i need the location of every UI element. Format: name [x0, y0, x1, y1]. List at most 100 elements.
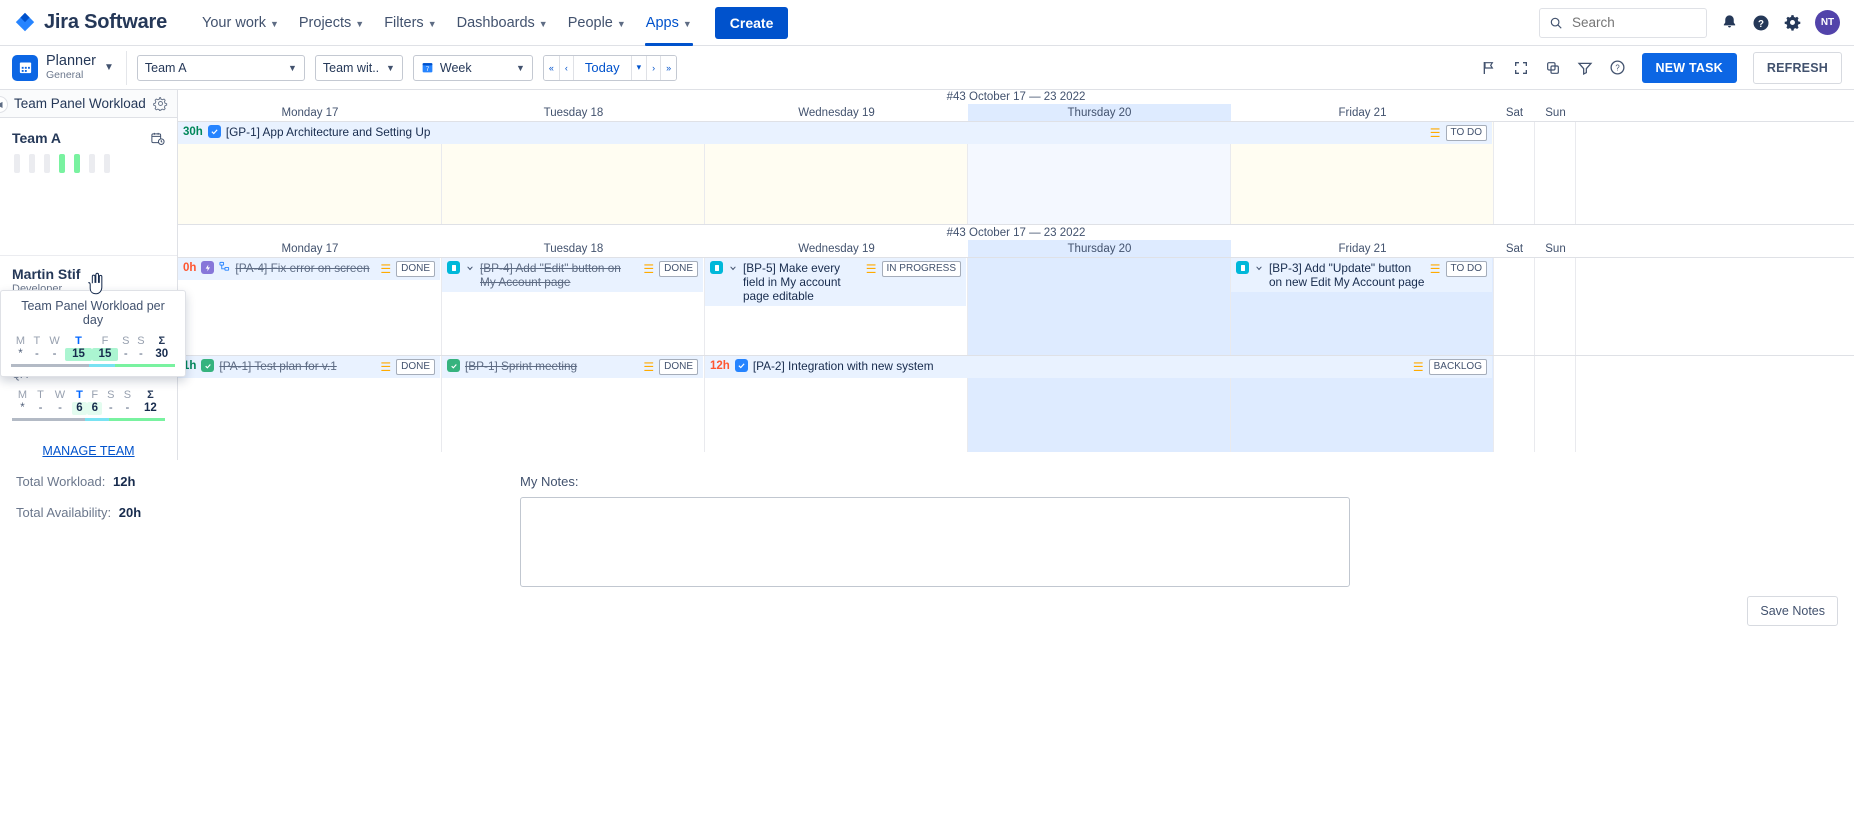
m0-col-sat[interactable]: [1494, 258, 1535, 355]
help-circle-icon[interactable]: ?: [1609, 59, 1626, 76]
view-period-value: Week: [439, 60, 472, 75]
team-row: Team A: [12, 130, 165, 146]
dayhdr-sun[interactable]: Sun: [1535, 104, 1576, 121]
priority-medium-icon: ☰: [1412, 360, 1424, 374]
dayhdr-thursday[interactable]: Thursday 20: [968, 104, 1231, 121]
epic-row: 30h [GP-1] App Architecture and Setting …: [178, 122, 1854, 224]
nav-next-button[interactable]: ›: [647, 55, 662, 80]
fullscreen-icon[interactable]: [1513, 60, 1529, 76]
chip-blue-story-icon: [447, 261, 460, 274]
dayhdr2-monday[interactable]: Monday 17: [178, 240, 442, 257]
dayhdr2-sun[interactable]: Sun: [1535, 240, 1576, 257]
m0-col-thursday[interactable]: [968, 258, 1231, 355]
tooltip-day-sum: Σ: [158, 335, 166, 347]
task-bar-bp-5[interactable]: [BP-5] Make every field in My account pa…: [705, 258, 966, 306]
m1-col-sat[interactable]: [1494, 356, 1535, 452]
task-bar-bp-1[interactable]: [BP-1] Sprint meeting ☰ DONE: [442, 356, 703, 378]
flag-icon[interactable]: [1481, 60, 1497, 76]
dayhdr-friday[interactable]: Friday 21: [1231, 104, 1494, 121]
dayhdr2-sat[interactable]: Sat: [1494, 240, 1535, 257]
underline-future: [115, 364, 175, 367]
dayhdr2-friday[interactable]: Friday 21: [1231, 240, 1494, 257]
status-badge: DONE: [659, 261, 698, 277]
task-bar-gp-1[interactable]: 30h [GP-1] App Architecture and Setting …: [178, 122, 1492, 144]
nav-item-filters[interactable]: Filters ▼: [375, 0, 445, 46]
dayhdr-tuesday[interactable]: Tuesday 18: [442, 104, 705, 121]
status-badge: DONE: [396, 261, 435, 277]
member-week-table: M T W T F S S Σ * - - 6 6 - - 12: [12, 389, 165, 421]
tooltip-val-t2: 15: [65, 348, 92, 361]
dayhdr-wednesday[interactable]: Wednesday 19: [705, 104, 968, 121]
nav-item-dashboards[interactable]: Dashboards ▼: [448, 0, 557, 46]
team-workload-bars[interactable]: [12, 154, 165, 173]
manage-team-link[interactable]: MANAGE TEAM: [42, 444, 134, 458]
nav-label: Filters: [384, 14, 424, 31]
dayhdr2-wednesday[interactable]: Wednesday 19: [705, 240, 968, 257]
priority-medium-icon: ☰: [380, 360, 392, 374]
copy-icon[interactable]: [1545, 60, 1561, 76]
member1-val-s1: -: [108, 402, 113, 414]
m0-col-sun[interactable]: [1535, 258, 1576, 355]
week-title-bottom: #43 October 17 — 23 2022: [178, 224, 1854, 240]
nav-item-people[interactable]: People ▼: [559, 0, 635, 46]
view-period-select[interactable]: 7 Week ▼: [412, 54, 533, 81]
dayhdr-sat[interactable]: Sat: [1494, 104, 1535, 121]
team-select[interactable]: Team A ▼: [136, 54, 305, 81]
workload-bar-sun: [104, 154, 110, 173]
search-box[interactable]: [1539, 7, 1707, 38]
chevron-down-icon: ▼: [427, 18, 437, 29]
task-bar-bp-3[interactable]: [BP-3] Add "Update" button on new Edit M…: [1231, 258, 1492, 292]
total-workload-label: Total Workload:: [16, 474, 106, 489]
chevron-down-icon[interactable]: ▼: [104, 62, 114, 73]
nav-today-dropdown[interactable]: ▾: [631, 55, 648, 80]
notifications-icon[interactable]: [1721, 14, 1738, 31]
task-bar-pa-4[interactable]: 0h [PA-4] Fix error on screen ☰ DONE: [178, 258, 440, 280]
gear-icon[interactable]: [1784, 14, 1801, 31]
filter-select[interactable]: Team wit... ▼: [314, 54, 403, 81]
epic-col-sun[interactable]: [1535, 122, 1576, 224]
nav-item-projects[interactable]: Projects ▼: [290, 0, 373, 46]
jira-brand[interactable]: Jira Software: [14, 11, 167, 34]
nav-item-your-work[interactable]: Your work ▼: [193, 0, 288, 46]
task-bar-bp-4[interactable]: [BP-4] Add "Edit" button on My Account p…: [442, 258, 703, 292]
new-task-button[interactable]: NEW TASK: [1641, 52, 1737, 83]
status-badge: DONE: [396, 359, 435, 375]
task-title: [BP-1] Sprint meeting: [465, 359, 578, 373]
nav-right-group: ? NT: [1539, 7, 1840, 38]
avatar[interactable]: NT: [1815, 10, 1840, 35]
app-identity[interactable]: Planner General ▼: [12, 50, 127, 85]
refresh-button[interactable]: REFRESH: [1752, 51, 1842, 84]
help-icon[interactable]: ?: [1752, 14, 1770, 32]
priority-medium-icon: ☰: [380, 262, 392, 276]
save-notes-button[interactable]: Save Notes: [1747, 596, 1838, 626]
member1-day-sum: Σ: [147, 389, 154, 401]
task-meta: ☰ DONE: [380, 261, 435, 277]
dayhdr-monday[interactable]: Monday 17: [178, 104, 442, 121]
search-input[interactable]: [1570, 14, 1690, 31]
dayhdr2-tuesday[interactable]: Tuesday 18: [442, 240, 705, 257]
epic-col-sat[interactable]: [1494, 122, 1535, 224]
chevron-down-icon: ▼: [682, 18, 692, 29]
member1-day-w: W: [54, 389, 66, 401]
nav-last-button[interactable]: »: [661, 55, 677, 80]
status-badge: TO DO: [1445, 261, 1487, 277]
notes-textarea[interactable]: [520, 497, 1350, 587]
task-bar-pa-1[interactable]: 1h [PA-1] Test plan for v.1 ☰ DONE: [178, 356, 440, 378]
m1-col-sun[interactable]: [1535, 356, 1576, 452]
tooltip-day-t1: T: [33, 335, 41, 347]
gear-icon[interactable]: [153, 96, 168, 111]
member1-day-t1: T: [37, 389, 44, 401]
calendar-icon: 7: [422, 63, 433, 73]
task-bar-pa-2[interactable]: 12h [PA-2] Integration with new system ☰…: [705, 356, 1492, 378]
nav-first-button[interactable]: «: [543, 55, 560, 80]
dayhdr2-thursday[interactable]: Thursday 20: [968, 240, 1231, 257]
member1-val-f: 6: [87, 402, 103, 415]
nav-today-button[interactable]: Today: [573, 55, 632, 80]
nav-prev-button[interactable]: ‹: [559, 55, 574, 80]
subtask-icon: [219, 261, 230, 275]
calendar-clock-icon[interactable]: [150, 131, 165, 146]
nav-item-apps[interactable]: Apps ▼: [637, 0, 701, 46]
create-button[interactable]: Create: [714, 6, 789, 39]
tooltip-week-table: M T W T F S S Σ * - - 15 15 - - 30: [11, 335, 175, 367]
filter-icon[interactable]: [1577, 60, 1593, 76]
